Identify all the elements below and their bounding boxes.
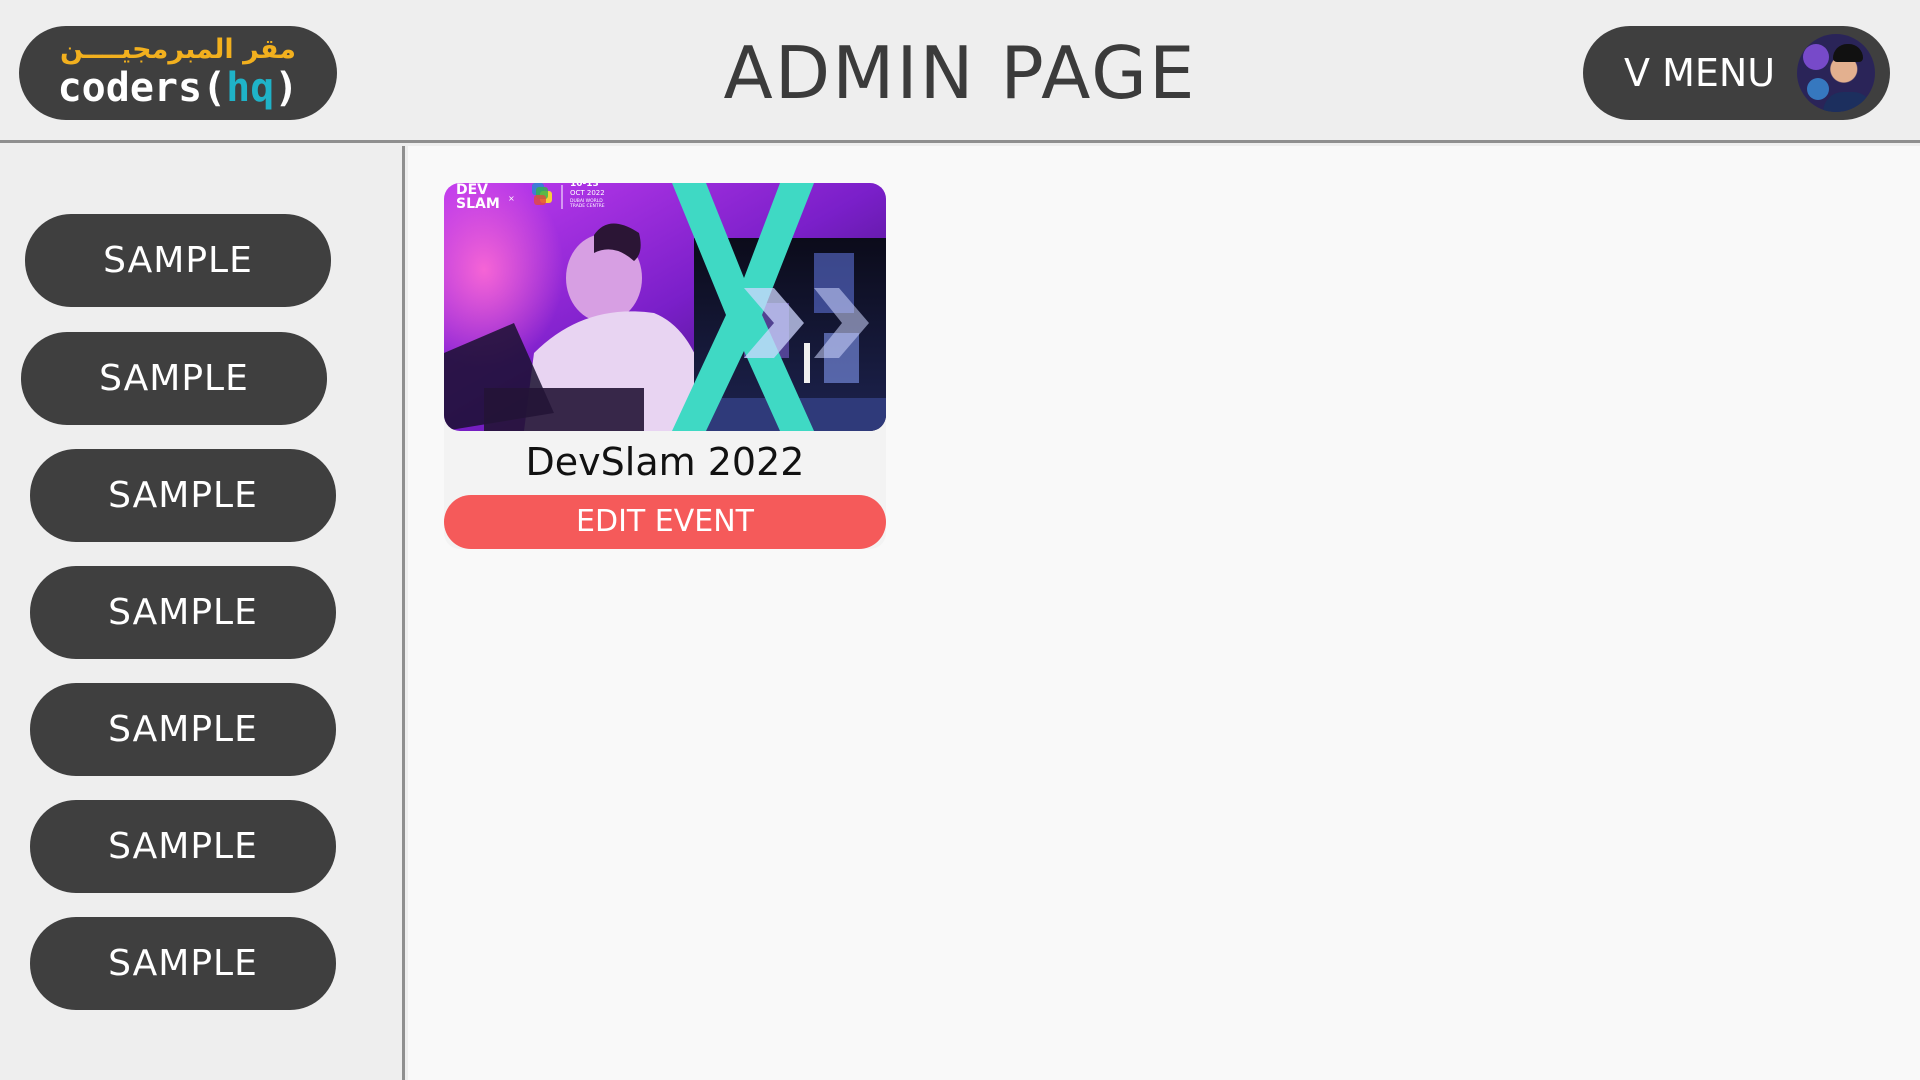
banner-date-line-2: OCT 2022 [570, 189, 605, 197]
main-content: DEV SLAM × 10-13 OCT 2022 DUBAI WORLD TR… [408, 146, 1920, 1080]
sidebar-item-4[interactable]: SAMPLE [30, 566, 336, 659]
event-banner-image[interactable]: DEV SLAM × 10-13 OCT 2022 DUBAI WORLD TR… [444, 183, 886, 431]
logo-text-prefix: coders( [57, 65, 227, 111]
sidebar-item-7[interactable]: SAMPLE [30, 917, 336, 1010]
sidebar: SAMPLE SAMPLE SAMPLE SAMPLE SAMPLE SAMPL… [0, 146, 405, 1080]
event-title: DevSlam 2022 [525, 440, 805, 484]
svg-text:×: × [508, 194, 515, 203]
logo-text-suffix: ) [274, 65, 299, 111]
sidebar-item-2[interactable]: SAMPLE [21, 332, 327, 425]
devslam-banner-graphic: DEV SLAM × 10-13 OCT 2022 DUBAI WORLD TR… [444, 183, 886, 431]
logo-text-highlight: hq [226, 65, 275, 111]
event-card: DEV SLAM × 10-13 OCT 2022 DUBAI WORLD TR… [444, 183, 886, 549]
sidebar-item-1[interactable]: SAMPLE [25, 214, 331, 307]
page-title: ADMIN PAGE [723, 31, 1197, 115]
sidebar-item-5[interactable]: SAMPLE [30, 683, 336, 776]
logo-arabic-text: مقر المبرمجيــــن [59, 34, 297, 65]
menu-button[interactable]: V MENU [1583, 26, 1890, 120]
menu-button-label: V MENU [1624, 51, 1776, 95]
top-header: مقر المبرمجيــــن coders(hq) ADMIN PAGE … [0, 0, 1920, 143]
coders-hq-logo[interactable]: مقر المبرمجيــــن coders(hq) [19, 26, 337, 120]
user-avatar-icon[interactable] [1797, 34, 1875, 112]
sidebar-item-3[interactable]: SAMPLE [30, 449, 336, 542]
banner-venue-line-2: TRADE CENTRE [569, 203, 605, 209]
banner-brand-line-2: SLAM [456, 196, 500, 212]
edit-event-button[interactable]: EDIT EVENT [444, 495, 886, 549]
logo-wordmark: coders(hq) [19, 65, 337, 111]
sidebar-item-6[interactable]: SAMPLE [30, 800, 336, 893]
